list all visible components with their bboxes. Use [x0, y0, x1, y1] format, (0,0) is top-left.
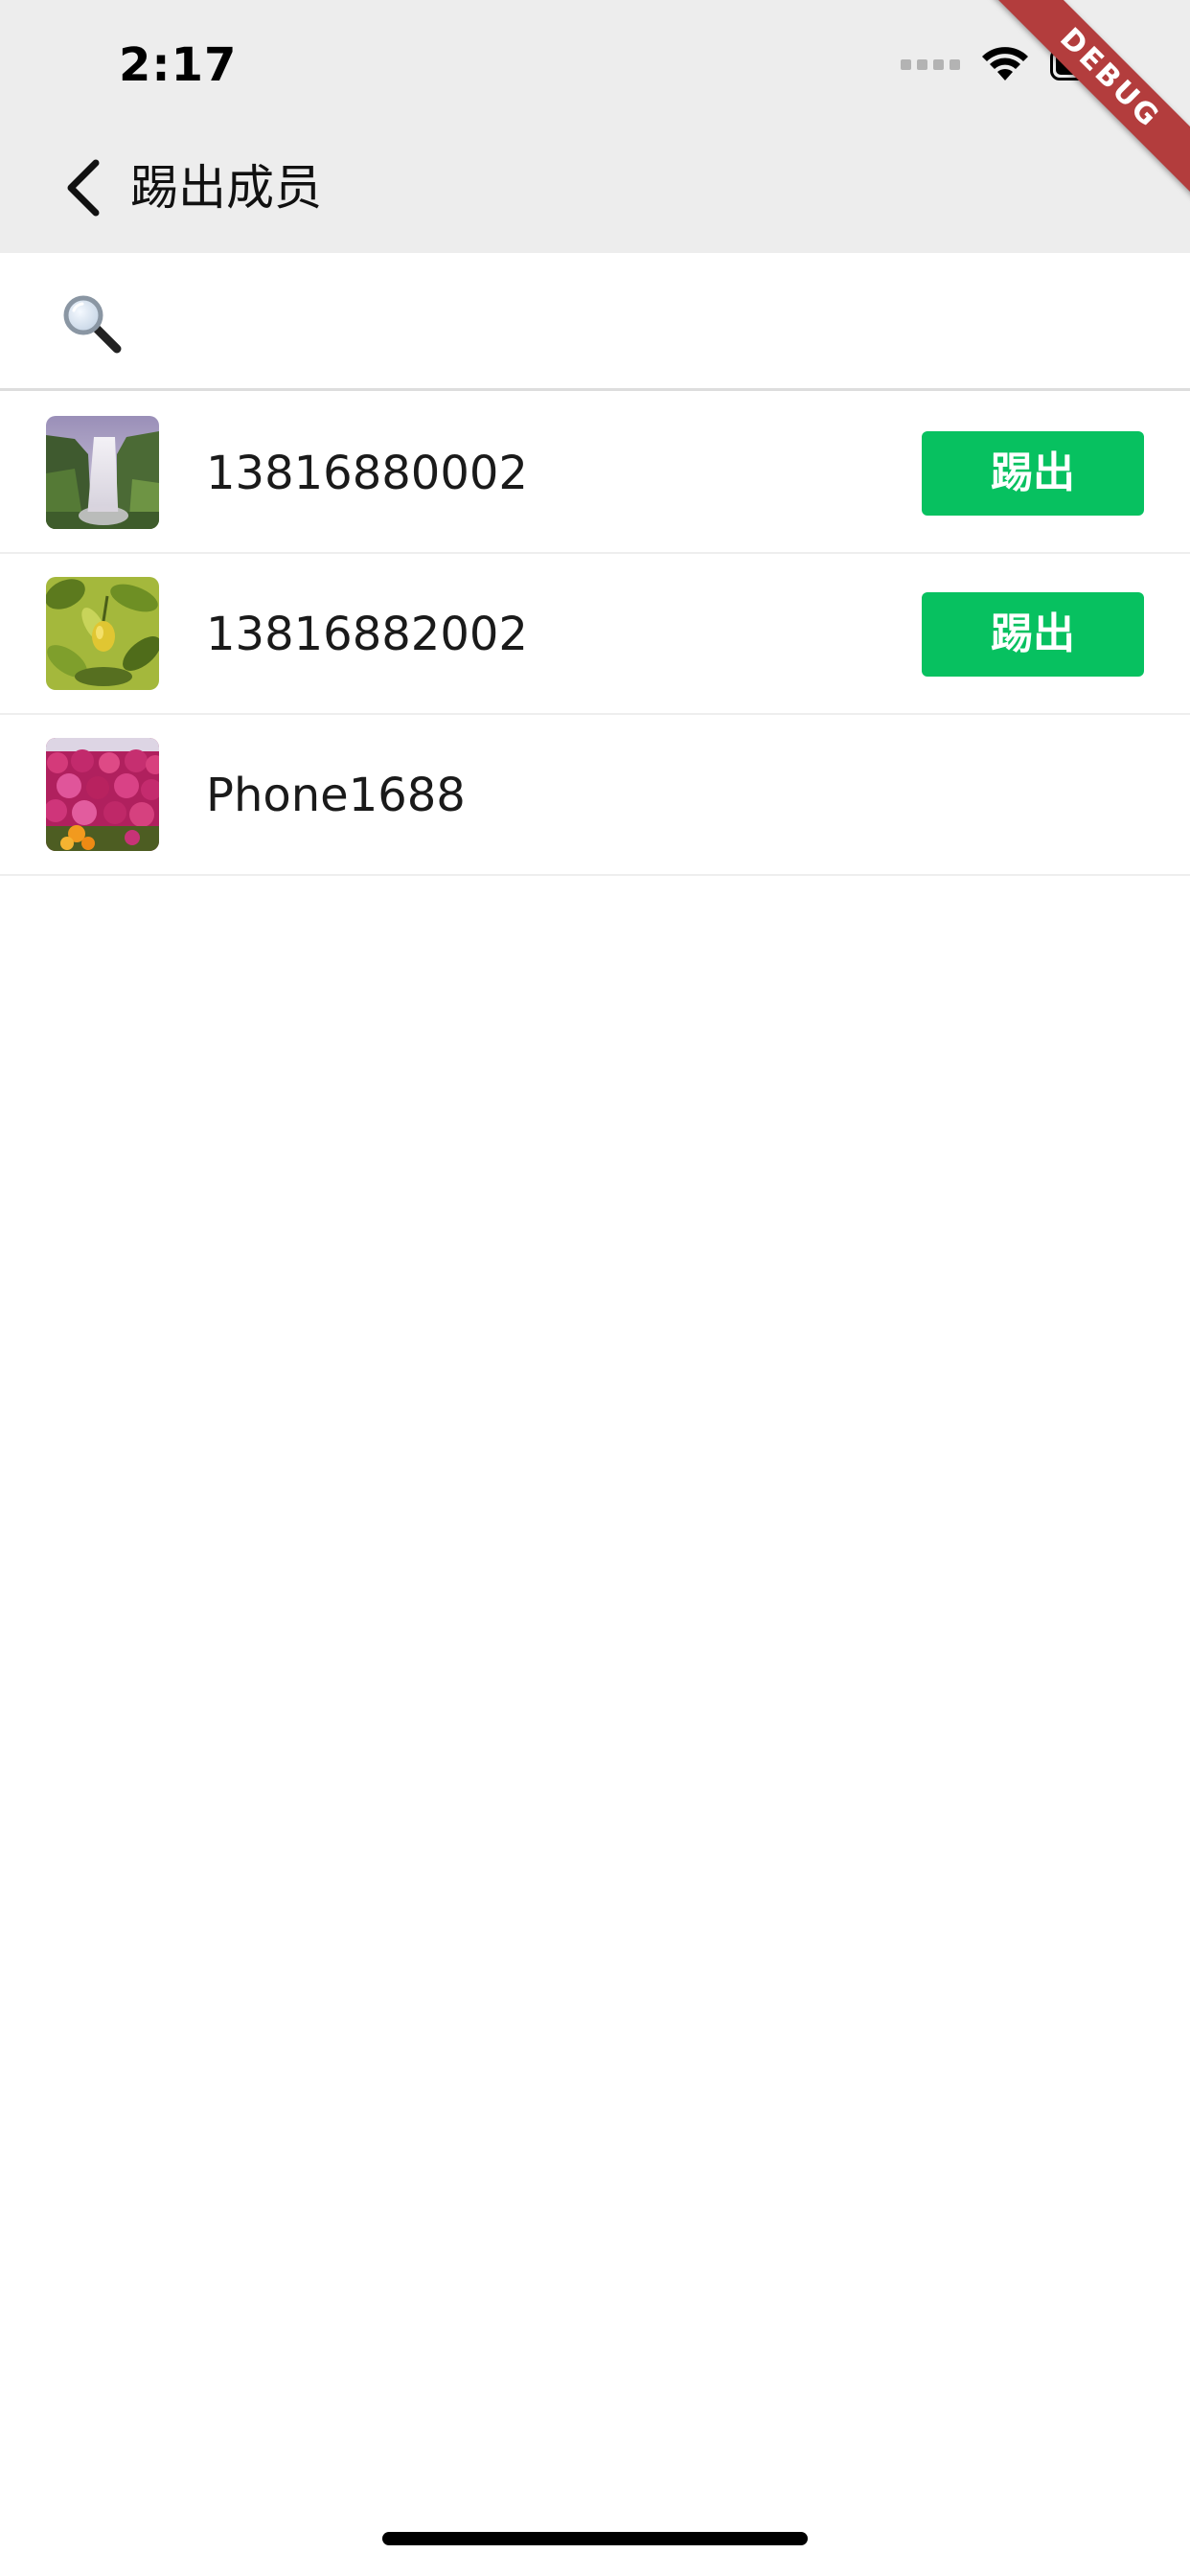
back-button[interactable]	[50, 150, 115, 226]
cellular-signal-icon	[901, 58, 960, 70]
member-name: 13816882002	[206, 608, 528, 661]
member-name: 13816880002	[206, 447, 528, 500]
search-input[interactable]	[144, 282, 1144, 364]
avatar	[46, 577, 159, 690]
member-row[interactable]: 13816882002 踢出	[0, 554, 1190, 715]
member-row[interactable]: Phone1688	[0, 715, 1190, 876]
member-name: Phone1688	[206, 769, 466, 822]
search-icon	[63, 295, 122, 354]
search-bar	[0, 253, 1190, 391]
avatar	[46, 416, 159, 529]
home-indicator	[382, 2532, 808, 2545]
member-row[interactable]: 13816880002 踢出	[0, 393, 1190, 554]
wifi-icon	[982, 47, 1028, 80]
page-title: 踢出成员	[130, 160, 322, 216]
status-time: 2:17	[119, 38, 238, 92]
debug-banner: DEBUG	[984, 0, 1190, 204]
app-header: 2:17 DEBUG 踢出成员	[0, 0, 1190, 253]
member-list: 13816880002 踢出 13816882002 踢出 Phone1688	[0, 393, 1190, 876]
kick-button[interactable]: 踢出	[922, 431, 1144, 516]
kick-button[interactable]: 踢出	[922, 592, 1144, 677]
chevron-left-icon	[67, 159, 100, 217]
avatar	[46, 738, 159, 851]
